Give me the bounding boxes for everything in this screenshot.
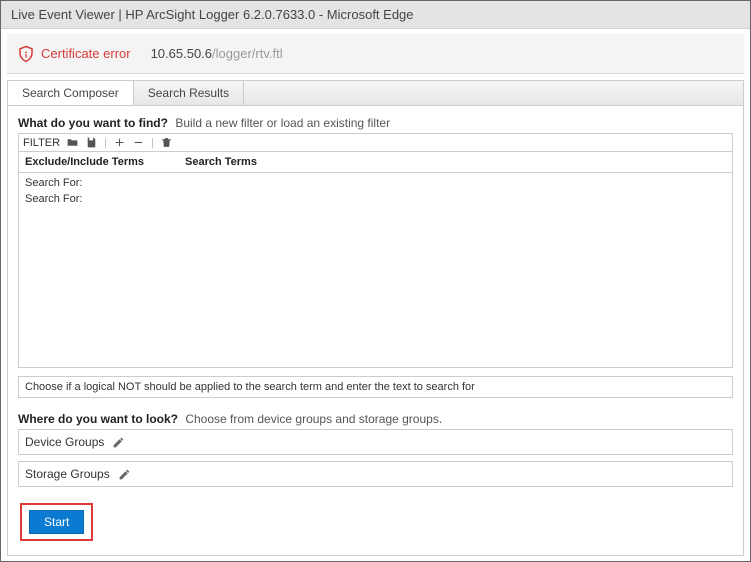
tab-bar: Search Composer Search Results xyxy=(7,80,744,105)
start-button[interactable]: Start xyxy=(29,510,84,534)
search-row-1[interactable]: Search For: xyxy=(25,177,726,189)
toolbar-divider-2: | xyxy=(151,137,154,149)
storage-groups-label: Storage Groups xyxy=(25,467,110,481)
look-prompt: Where do you want to look? Choose from d… xyxy=(18,412,733,426)
find-question: What do you want to find? xyxy=(18,116,168,130)
save-icon[interactable] xyxy=(85,136,98,149)
device-groups-row[interactable]: Device Groups xyxy=(18,429,733,455)
filter-toolbar: FILTER | | xyxy=(18,133,733,152)
composer-panel: What do you want to find? Build a new fi… xyxy=(7,105,744,556)
search-row-2[interactable]: Search For: xyxy=(25,193,726,205)
col-exclude-include: Exclude/Include Terms xyxy=(19,152,179,172)
url-path[interactable]: /logger/rtv.ftl xyxy=(212,46,283,61)
tab-search-composer[interactable]: Search Composer xyxy=(8,81,134,105)
filter-column-headers: Exclude/Include Terms Search Terms xyxy=(18,152,733,173)
pencil-icon[interactable] xyxy=(118,468,131,481)
start-highlight: Start xyxy=(20,503,93,541)
minus-icon[interactable] xyxy=(132,136,145,149)
filter-label: FILTER xyxy=(23,137,60,149)
search-terms-area[interactable]: Search For: Search For: xyxy=(18,173,733,368)
storage-groups-row[interactable]: Storage Groups xyxy=(18,461,733,487)
col-search-terms: Search Terms xyxy=(179,152,732,172)
find-hint: Build a new filter or load an existing f… xyxy=(175,116,390,130)
look-question: Where do you want to look? xyxy=(18,412,178,426)
search-hint-bar: Choose if a logical NOT should be applie… xyxy=(18,376,733,398)
pencil-icon[interactable] xyxy=(112,436,125,449)
tab-search-results[interactable]: Search Results xyxy=(134,81,244,105)
url-host[interactable]: 10.65.50.6 xyxy=(151,46,212,61)
plus-icon[interactable] xyxy=(113,136,126,149)
find-prompt: What do you want to find? Build a new fi… xyxy=(18,116,733,130)
device-groups-label: Device Groups xyxy=(25,435,104,449)
toolbar-divider: | xyxy=(104,137,107,149)
address-bar: Certificate error 10.65.50.6/logger/rtv.… xyxy=(7,34,744,74)
window-title: Live Event Viewer | HP ArcSight Logger 6… xyxy=(11,7,414,22)
trash-icon[interactable] xyxy=(160,136,173,149)
start-region: Start xyxy=(18,499,97,545)
folder-open-icon[interactable] xyxy=(66,136,79,149)
shield-warning-icon xyxy=(17,45,35,63)
certificate-error-label[interactable]: Certificate error xyxy=(41,46,131,61)
look-hint: Choose from device groups and storage gr… xyxy=(185,412,442,426)
window-titlebar: Live Event Viewer | HP ArcSight Logger 6… xyxy=(1,1,750,29)
